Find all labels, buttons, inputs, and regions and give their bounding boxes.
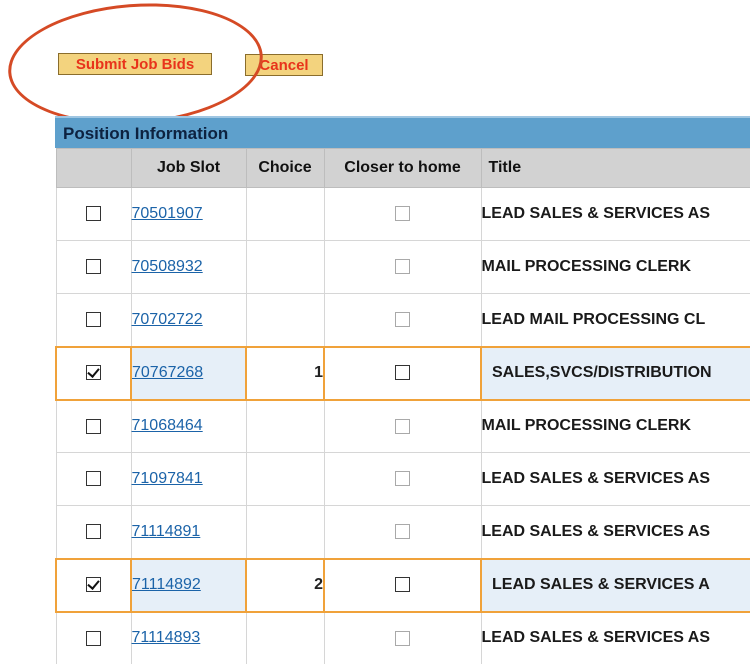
table-row: 71114891 LEAD SALES & SERVICES AS (55, 505, 750, 559)
table-row: 70508932 MAIL PROCESSING CLERK (55, 240, 750, 294)
row-select-cell (55, 187, 132, 241)
choice-cell (245, 240, 325, 294)
title-cell: SALES,SVCS/DISTRIBUTION (480, 345, 750, 401)
job-slot-link[interactable]: 70508932 (132, 258, 203, 275)
choice-cell (245, 187, 325, 241)
job-slot-link[interactable]: 71068464 (132, 417, 203, 434)
row-select-checkbox[interactable] (86, 365, 101, 381)
closer-to-home-cell (323, 505, 482, 559)
choice-cell: 1 (245, 345, 325, 401)
title-cell: LEAD SALES & SERVICES AS (480, 187, 750, 241)
row-select-checkbox[interactable] (86, 206, 101, 222)
table-header-row: Job Slot Choice Closer to home Title (55, 148, 750, 188)
cancel-button[interactable]: Cancel (245, 54, 323, 76)
closer-to-home-cell (323, 293, 482, 347)
table-row: 70702722 LEAD MAIL PROCESSING CL (55, 293, 750, 347)
table-body: 70501907 LEAD SALES & SERVICES AS 70508932… (55, 187, 750, 664)
table-row: 70767268 1 SALES,SVCS/DISTRIBUTION (55, 345, 750, 401)
table-row: 71114893 LEAD SALES & SERVICES AS (55, 611, 750, 664)
row-select-checkbox[interactable] (86, 259, 101, 275)
job-slot-link[interactable]: 70501907 (132, 205, 203, 222)
job-slot-link[interactable]: 71114893 (132, 629, 201, 646)
row-select-cell (55, 611, 132, 664)
row-select-cell (55, 240, 132, 294)
choice-cell (245, 452, 325, 506)
row-select-checkbox[interactable] (86, 471, 101, 487)
job-slot-cell: 71097841 (130, 452, 247, 506)
job-slot-cell: 71114892 (130, 557, 247, 613)
closer-to-home-cell (323, 345, 482, 401)
column-header-choice[interactable]: Choice (245, 148, 325, 188)
title-cell: LEAD SALES & SERVICES A (480, 557, 750, 613)
job-slot-cell: 71068464 (130, 399, 247, 453)
closer-to-home-cell (323, 611, 482, 664)
submit-job-bids-button[interactable]: Submit Job Bids (58, 53, 212, 75)
choice-cell (245, 399, 325, 453)
row-select-checkbox[interactable] (86, 524, 101, 540)
row-select-checkbox[interactable] (86, 418, 101, 434)
closer-to-home-cell (323, 187, 482, 241)
table-row: 70501907 LEAD SALES & SERVICES AS (55, 187, 750, 241)
choice-cell (245, 611, 325, 664)
job-bid-page: Submit Job Bids Cancel Position Informat… (0, 0, 750, 664)
title-cell: LEAD SALES & SERVICES AS (480, 452, 750, 506)
job-slot-cell: 70702722 (130, 293, 247, 347)
job-slot-cell: 70501907 (130, 187, 247, 241)
job-slot-link[interactable]: 71097841 (132, 470, 203, 487)
job-slot-link[interactable]: 70702722 (132, 311, 203, 328)
job-slot-cell: 71114891 (130, 505, 247, 559)
job-slot-cell: 70508932 (130, 240, 247, 294)
closer-to-home-checkbox[interactable] (395, 312, 410, 328)
row-select-cell (55, 505, 132, 559)
title-cell: MAIL PROCESSING CLERK (480, 399, 750, 453)
closer-to-home-cell (323, 452, 482, 506)
row-select-cell (55, 399, 132, 453)
choice-cell (245, 505, 325, 559)
row-select-cell (55, 452, 132, 506)
job-slot-cell: 70767268 (130, 345, 247, 401)
column-header-job-slot[interactable]: Job Slot (130, 148, 247, 188)
column-header-title[interactable]: Title (480, 148, 750, 188)
row-select-checkbox[interactable] (86, 312, 101, 328)
row-select-cell (55, 293, 132, 347)
job-slot-link[interactable]: 70767268 (132, 364, 203, 381)
closer-to-home-checkbox[interactable] (395, 577, 410, 593)
row-select-checkbox[interactable] (86, 630, 101, 646)
closer-to-home-checkbox[interactable] (395, 365, 410, 381)
row-select-cell (55, 557, 132, 613)
row-select-checkbox[interactable] (86, 577, 101, 593)
closer-to-home-cell (323, 399, 482, 453)
closer-to-home-checkbox[interactable] (395, 471, 410, 487)
closer-to-home-checkbox[interactable] (395, 206, 410, 222)
table-row: 71068464 MAIL PROCESSING CLERK (55, 399, 750, 453)
column-header-closer-to-home[interactable]: Closer to home (323, 148, 482, 188)
closer-to-home-cell (323, 557, 482, 613)
job-slot-cell: 71114893 (130, 611, 247, 664)
title-cell: MAIL PROCESSING CLERK (480, 240, 750, 294)
title-cell: LEAD MAIL PROCESSING CL (480, 293, 750, 347)
closer-to-home-cell (323, 240, 482, 294)
title-cell: LEAD SALES & SERVICES AS (480, 505, 750, 559)
closer-to-home-checkbox[interactable] (395, 630, 410, 646)
row-select-cell (55, 345, 132, 401)
position-information-panel: Position Information Job Slot Choice Clo… (55, 116, 750, 664)
section-title: Position Information (55, 116, 750, 148)
table-row: 71097841 LEAD SALES & SERVICES AS (55, 452, 750, 506)
choice-cell: 2 (245, 557, 325, 613)
closer-to-home-checkbox[interactable] (395, 259, 410, 275)
position-table: Job Slot Choice Closer to home Title 705… (55, 148, 750, 664)
title-cell: LEAD SALES & SERVICES AS (480, 611, 750, 664)
job-slot-link[interactable]: 71114892 (132, 576, 201, 593)
closer-to-home-checkbox[interactable] (395, 418, 410, 434)
job-slot-link[interactable]: 71114891 (132, 523, 201, 540)
table-row: 71114892 2 LEAD SALES & SERVICES A (55, 557, 750, 613)
column-header-select (55, 148, 132, 188)
closer-to-home-checkbox[interactable] (395, 524, 410, 540)
choice-cell (245, 293, 325, 347)
